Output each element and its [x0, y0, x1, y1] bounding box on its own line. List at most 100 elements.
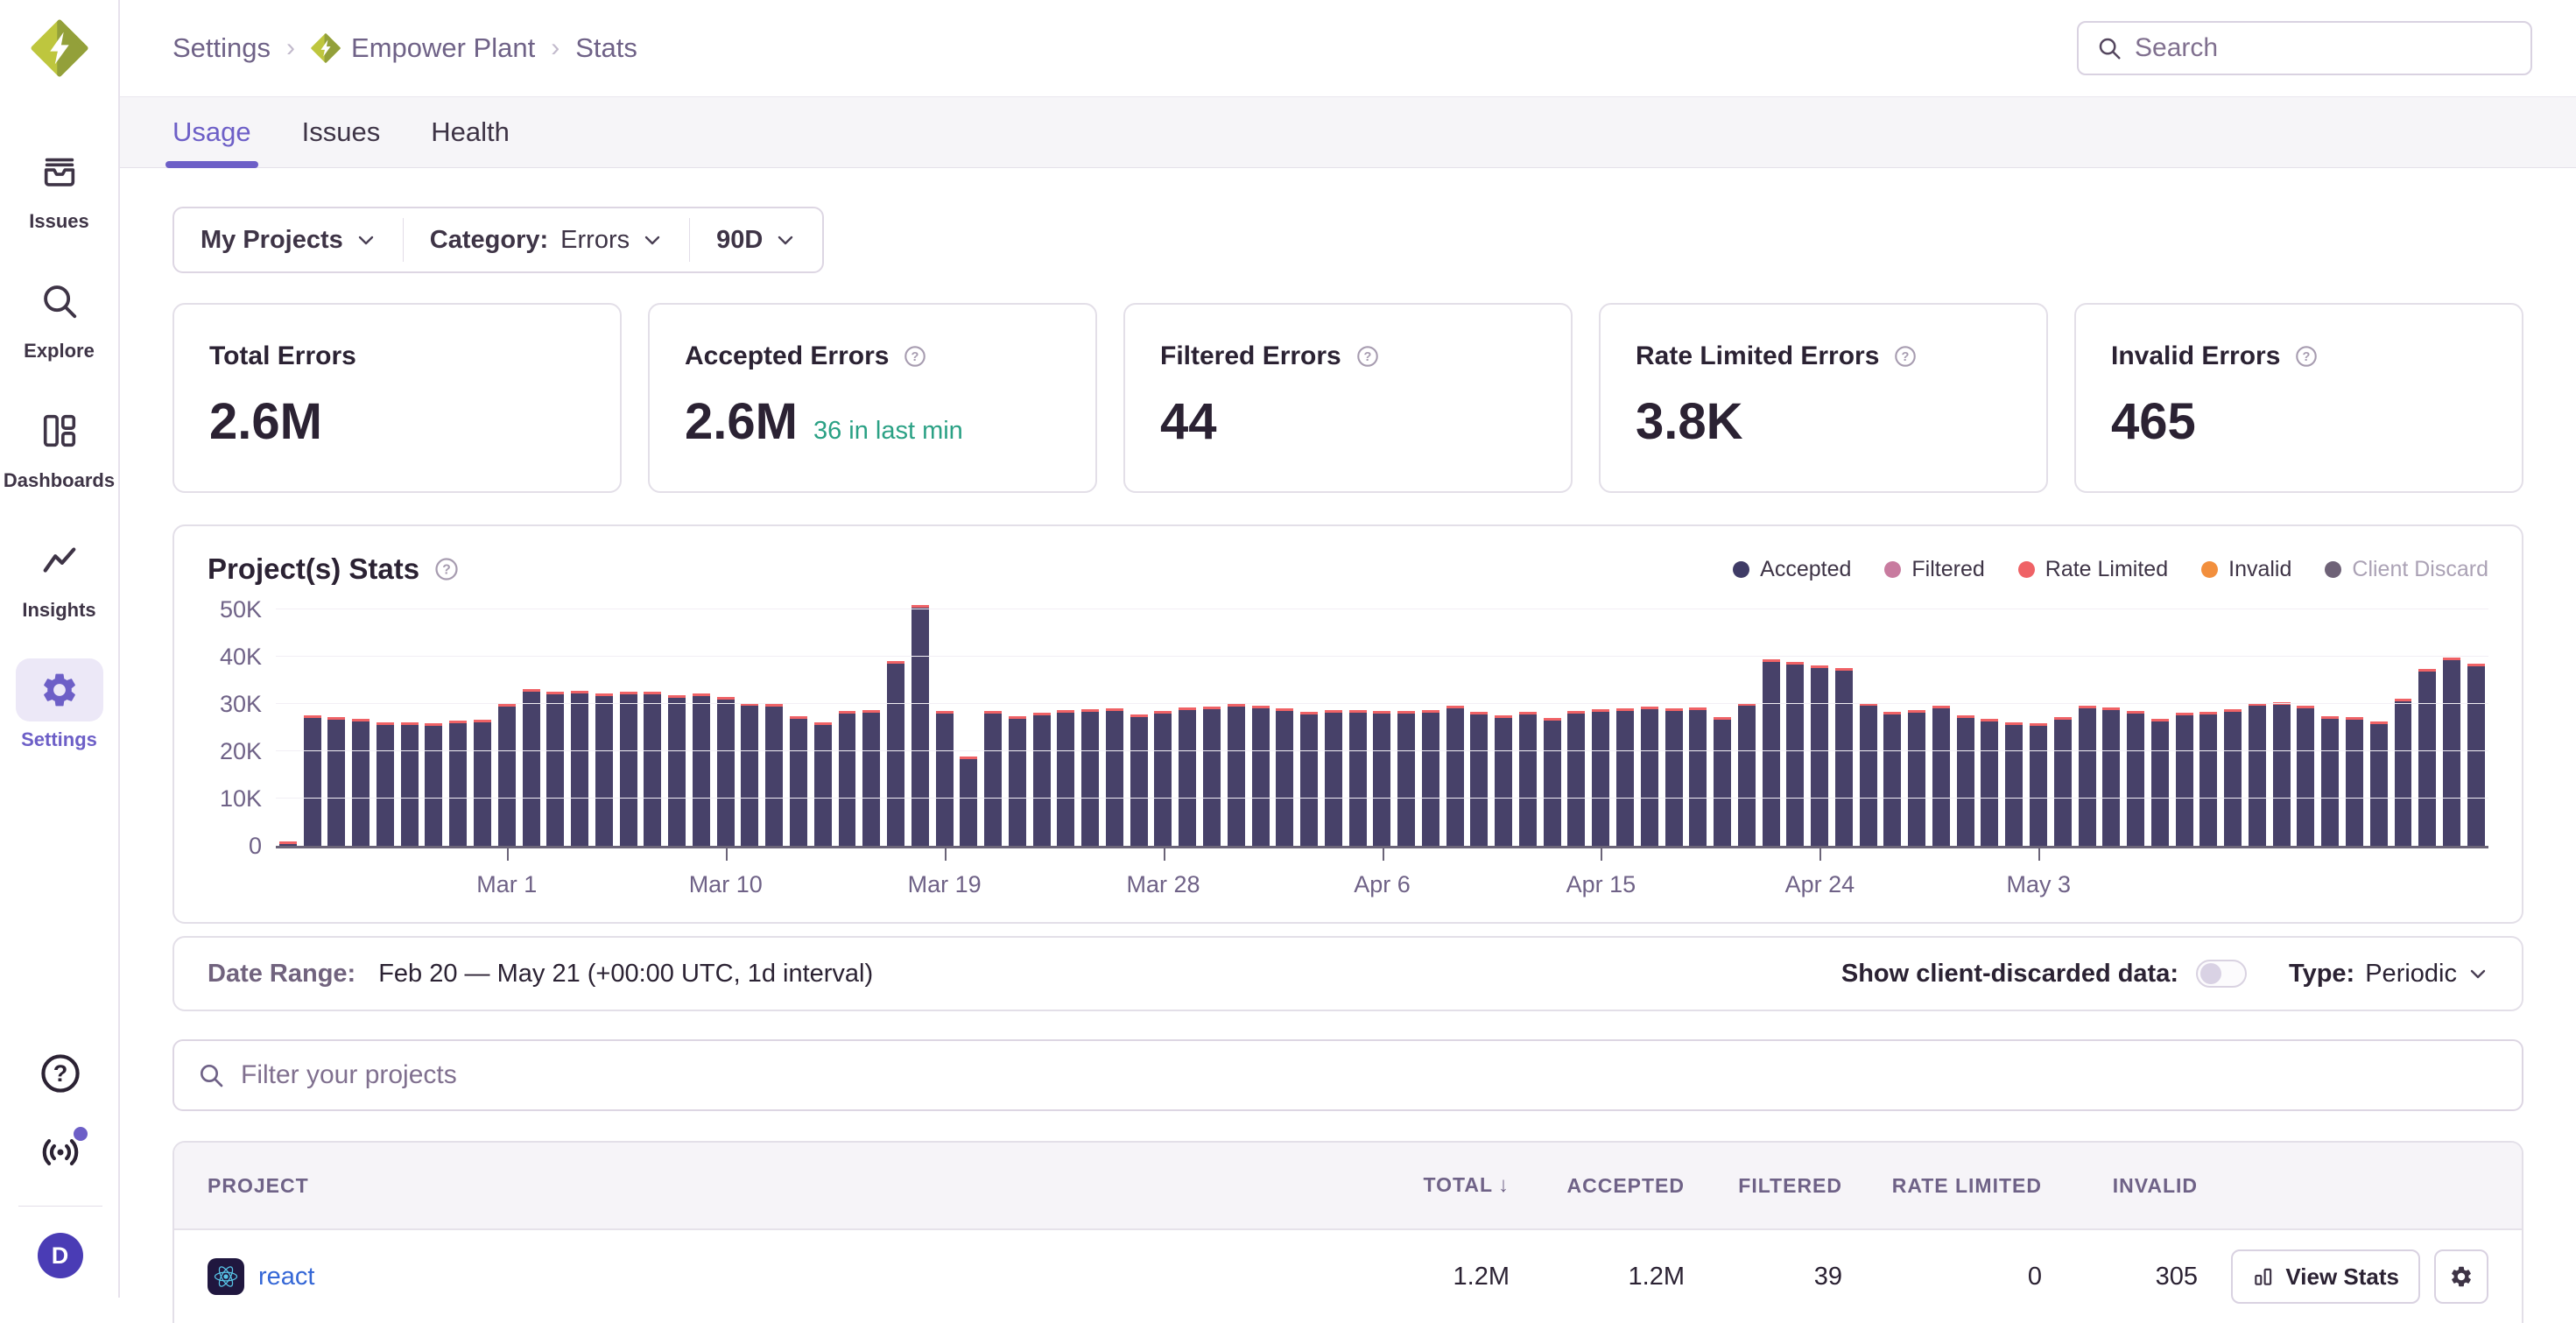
- bar-slot: [956, 598, 981, 846]
- bar-slot: [325, 598, 349, 846]
- chart-plot: [276, 598, 2488, 848]
- bar-slot: [1978, 598, 2002, 846]
- stacked-bar: [693, 693, 710, 846]
- breadcrumb-item-empower-plant[interactable]: Empower Plant: [311, 32, 535, 64]
- column-header-filtered[interactable]: FILTERED: [1685, 1174, 1842, 1198]
- x-axis-tick-label: Mar 10: [689, 871, 763, 898]
- breadcrumb: Settings›Empower Plant›Stats: [172, 32, 637, 64]
- date-range-label: Date Range:: [208, 960, 355, 989]
- project-selector-label: My Projects: [201, 226, 343, 255]
- cell-filtered: 39: [1685, 1263, 1842, 1291]
- stacked-bar: [1154, 711, 1172, 846]
- y-axis-tick-label: 0: [249, 833, 262, 860]
- help-circle-icon[interactable]: ?: [433, 556, 460, 582]
- accepted-segment: [887, 664, 904, 846]
- sidebar-item-insights[interactable]: Insights: [16, 529, 103, 622]
- bar-slot: [714, 598, 738, 846]
- legend-item-invalid[interactable]: Invalid: [2201, 557, 2291, 582]
- projects-table: PROJECTTOTAL↓ACCEPTEDFILTEREDRATE LIMITE…: [172, 1141, 2523, 1323]
- bar-slot: [422, 598, 447, 846]
- sidebar-item-label: Dashboards: [4, 469, 115, 492]
- sidebar-item-dashboards[interactable]: Dashboards: [4, 399, 115, 492]
- project-settings-button[interactable]: [2434, 1249, 2488, 1304]
- legend-item-accepted[interactable]: Accepted: [1733, 557, 1851, 582]
- x-axis-tick-label: May 3: [2007, 871, 2072, 898]
- breadcrumb-label: Stats: [575, 32, 637, 64]
- whats-new-broadcast-icon[interactable]: [39, 1130, 82, 1174]
- stat-card-filtered-errors: Filtered Errors?44: [1123, 303, 1573, 493]
- period-selector[interactable]: 90D: [690, 208, 822, 271]
- tab-issues[interactable]: Issues: [302, 97, 381, 167]
- breadcrumb-item-settings[interactable]: Settings: [172, 32, 271, 64]
- type-selector[interactable]: Type: Periodic: [2289, 960, 2488, 989]
- bar-slot: [543, 598, 567, 846]
- y-axis-tick-label: 10K: [220, 785, 262, 813]
- accepted-segment: [1860, 706, 1877, 846]
- stacked-bar: [960, 757, 977, 846]
- column-header-project[interactable]: PROJECT: [208, 1174, 1343, 1198]
- bar-slot: [2270, 598, 2294, 846]
- x-axis-tick: [1601, 848, 1602, 861]
- sidebar-item-issues[interactable]: Issues: [16, 140, 103, 233]
- stacked-bar: [984, 711, 1002, 846]
- stacked-bar: [1300, 712, 1318, 846]
- accepted-segment: [2418, 672, 2436, 846]
- help-circle-icon[interactable]: ?: [1893, 344, 1918, 369]
- breadcrumb-separator: ›: [551, 33, 560, 63]
- svg-text:?: ?: [53, 1059, 67, 1087]
- global-search[interactable]: [2077, 21, 2532, 75]
- category-selector[interactable]: Category: Errors: [404, 208, 689, 271]
- bar-slot: [933, 598, 957, 846]
- project-link[interactable]: react: [258, 1263, 314, 1291]
- accepted-segment: [2395, 701, 2412, 846]
- view-stats-button[interactable]: View Stats: [2231, 1249, 2420, 1304]
- main-area: Settings›Empower Plant›Stats UsageIssues…: [120, 0, 2576, 1298]
- column-header-accepted[interactable]: ACCEPTED: [1510, 1174, 1685, 1198]
- column-header-invalid[interactable]: INVALID: [2042, 1174, 2198, 1198]
- legend-dot: [2201, 561, 2218, 578]
- search-input[interactable]: [2135, 33, 2513, 63]
- y-axis-tick-label: 20K: [220, 738, 262, 765]
- accepted-segment: [936, 714, 954, 846]
- project-filter[interactable]: [172, 1039, 2523, 1111]
- user-avatar[interactable]: D: [38, 1233, 83, 1278]
- sidebar-item-explore[interactable]: Explore: [16, 270, 103, 362]
- sidebar-item-settings[interactable]: Settings: [16, 658, 103, 751]
- stacked-bar: [1106, 708, 1123, 846]
- help-circle-icon[interactable]: ?: [1355, 344, 1380, 369]
- svg-text:?: ?: [1902, 350, 1910, 364]
- legend-item-filtered[interactable]: Filtered: [1884, 557, 1984, 582]
- legend-item-client-discard[interactable]: Client Discard: [2325, 557, 2488, 582]
- legend-item-rate-limited[interactable]: Rate Limited: [2018, 557, 2168, 582]
- x-axis-tick: [1383, 848, 1384, 861]
- project-selector[interactable]: My Projects: [174, 208, 403, 271]
- accepted-segment: [327, 720, 345, 846]
- stacked-bar: [2102, 707, 2120, 846]
- client-discard-toggle[interactable]: [2196, 960, 2247, 988]
- app-logo[interactable]: [31, 19, 88, 77]
- help-icon[interactable]: ?: [39, 1052, 82, 1095]
- stacked-bar: [2395, 699, 2412, 846]
- bar-slot: [1272, 598, 1297, 846]
- accepted-segment: [1811, 668, 1828, 846]
- client-discard-toggle-label: Show client-discarded data:: [1841, 960, 2178, 989]
- project-filter-input[interactable]: [241, 1060, 2499, 1090]
- bar-slot: [1418, 598, 1443, 846]
- help-circle-icon[interactable]: ?: [903, 344, 927, 369]
- insights-icon: [16, 529, 103, 592]
- x-axis-tick-label: Apr 24: [1785, 871, 1855, 898]
- accepted-segment: [911, 608, 929, 846]
- stacked-bar: [2249, 703, 2266, 846]
- tab-health[interactable]: Health: [431, 97, 510, 167]
- bar-slot: [300, 598, 325, 846]
- content: My Projects Category: Errors 90D Total E…: [120, 168, 2576, 1323]
- stacked-bar: [2297, 706, 2314, 846]
- column-header-total[interactable]: TOTAL↓: [1343, 1173, 1510, 1198]
- help-circle-icon[interactable]: ?: [2294, 344, 2319, 369]
- tab-usage[interactable]: Usage: [172, 97, 251, 167]
- column-header-rate_limited[interactable]: RATE LIMITED: [1842, 1174, 2042, 1198]
- x-axis-tick: [945, 848, 947, 861]
- stacked-bar: [1544, 718, 1561, 846]
- bar-slot: [1904, 598, 1929, 846]
- bar-slot: [1321, 598, 1346, 846]
